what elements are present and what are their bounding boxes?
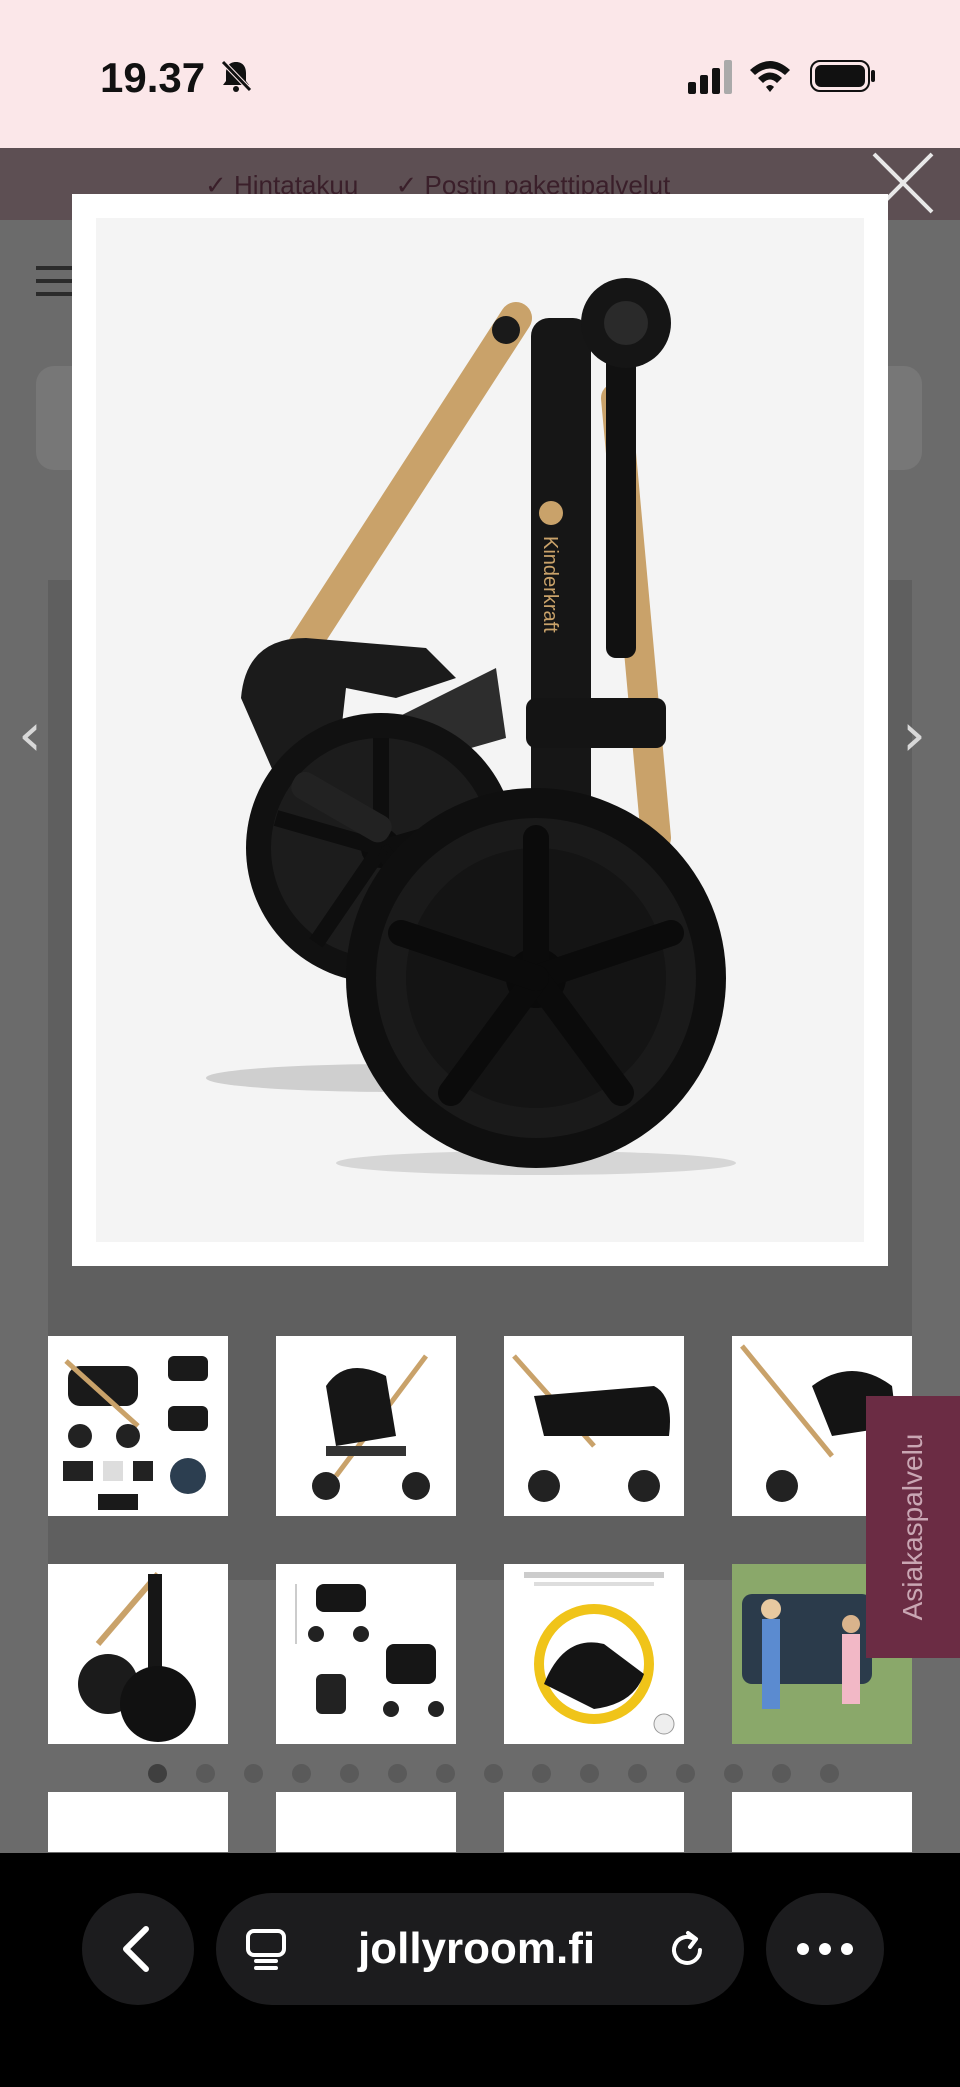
bell-slash-icon [221,60,252,92]
thumbnail-stroller-seat-unit[interactable] [276,1336,456,1516]
thumbnail-car-seat-detail[interactable] [504,1564,684,1744]
carousel-dot[interactable] [388,1764,407,1783]
folded-stroller-illustration: Kinderkraft [206,278,736,1175]
hamburger-menu-icon [36,266,72,296]
chevron-right-icon[interactable]: › [902,700,926,770]
carousel-dot[interactable] [532,1764,551,1783]
reload-icon[interactable] [664,1927,710,1973]
carousel-dot[interactable] [724,1764,743,1783]
thumbnail-row3-3[interactable] [504,1792,684,1852]
carousel-dot[interactable] [484,1764,503,1783]
cellular-signal-icon [688,60,732,94]
back-button[interactable] [82,1893,194,2005]
status-time: 19.37 [100,54,206,101]
product-image-folded-stroller: Kinderkraft [96,218,864,1242]
url-text[interactable]: jollyroom.fi [358,1924,595,1974]
carousel-dot[interactable] [676,1764,695,1783]
thumbnail-stroller-dimensions[interactable] [276,1564,456,1744]
customer-service-tab[interactable]: Asiakaspalvelu [866,1396,960,1658]
reader-icon[interactable] [244,1927,288,1971]
more-button[interactable] [766,1893,884,2005]
thumbnail-stroller-set-overview[interactable] [48,1336,228,1516]
carousel-dots [148,1764,839,1784]
brand-logo-text: Kinderkraft [539,536,561,633]
more-icon [797,1943,853,1955]
carousel-dot[interactable] [292,1764,311,1783]
thumbnail-stroller-carrycot[interactable] [504,1336,684,1516]
wifi-icon [750,61,790,92]
chevron-left-icon [123,1926,149,1972]
carousel-dot[interactable] [628,1764,647,1783]
thumbnail-row3-4[interactable] [732,1792,912,1852]
thumbnail-row3-2[interactable] [276,1792,456,1852]
chevron-left-icon[interactable]: ‹ [18,700,42,770]
carousel-dot[interactable] [772,1764,791,1783]
carousel-dot[interactable] [196,1764,215,1783]
battery-icon [810,60,875,92]
carousel-dot[interactable] [340,1764,359,1783]
thumbnail-stroller-folded[interactable] [48,1564,228,1744]
carousel-dot[interactable] [580,1764,599,1783]
customer-service-label: Asiakaspalvelu [897,1433,928,1621]
carousel-dot[interactable] [436,1764,455,1783]
carousel-dot[interactable] [244,1764,263,1783]
carousel-dot[interactable] [820,1764,839,1783]
thumbnail-row3-1[interactable] [48,1792,228,1852]
status-bar: 19.37 [0,0,960,148]
image-modal: Kinderkraft [72,194,888,1266]
carousel-dot[interactable] [148,1764,167,1783]
